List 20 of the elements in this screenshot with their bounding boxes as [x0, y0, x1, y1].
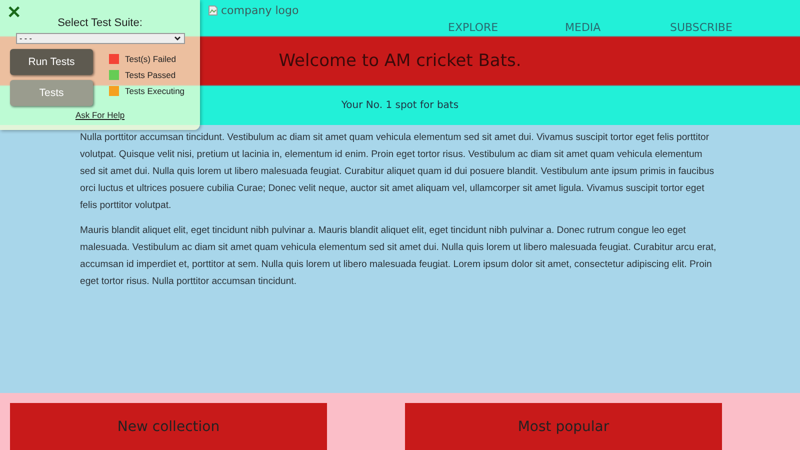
broken-image-icon — [208, 5, 218, 16]
select-label: Select Test Suite: — [58, 17, 142, 29]
legend-label: Tests Passed — [125, 70, 176, 80]
close-button[interactable]: ✕ — [7, 2, 21, 24]
test-suite-select[interactable]: - - - — [16, 33, 184, 44]
help-link[interactable]: Ask For Help — [75, 110, 125, 120]
chevron-down-icon — [174, 36, 180, 41]
logo-alt-text: company logo — [221, 4, 299, 17]
collection-card[interactable]: New collection — [10, 403, 327, 450]
nav-link[interactable]: MEDIA — [565, 21, 670, 35]
legend-label: Tests Executing — [125, 86, 185, 96]
nav-link[interactable]: SUBSCRIBE — [670, 21, 732, 35]
banner-title: Welcome to AM cricket Bats. — [278, 51, 522, 71]
body-paragraph: Mauris blandit aliquet elit, eget tincidunt nibh pulvinar a. Mauris blandit aliquet elit, eget tincidunt nibh pulvinar a. Donec rutrum congue leo eget malesuada. Vestibulum ac diam sit amet quam vehicula elementum sed sit amet dui. Nulla quis lorem ut libero malesuada feugiat. Curabitur arcu erat, accumsan id imperdiet et, porttitor at sem. Nulla quis lorem ut libero malesuada feugiat. Lorem ipsum dolor sit amet, consectetur adipiscing elit. Proin eget tortor risus. Nulla porttitor accumsan tincidunt. — [80, 224, 718, 289]
nav-link[interactable]: EXPLORE — [448, 21, 565, 35]
body-paragraph: Nulla porttitor accumsan tincidunt. Vestibulum ac diam sit amet quam vehicula elementum sed sit amet dui. Vivamus suscipit tortor eget felis porttitor volutpat. Quisque velit nisi, pretium ut lacinia in, elementum id enim. Proin eget tortor risus. Vestibulum ac diam sit amet quam vehicula elementum sed sit amet dui. Nulla quis lorem ut libero malesuada feugiat. Curabitur aliquet quam id dui posuere blandit. Vestibulum ante ipsum primis in faucibus orci luctus et ultrices posuere cubilia Curae; Donec velit neque, auctor sit amet aliquam vel, ullamcorper sit amet ligula. Vivamus suscipit tortor eget felis porttitor volutpat. — [80, 131, 716, 213]
legend-label: Test(s) Failed — [125, 54, 176, 64]
tagline: Your No. 1 spot for bats — [341, 100, 459, 111]
collection-card[interactable]: Most popular — [405, 403, 722, 450]
test-button[interactable]: Run Tests — [10, 49, 93, 75]
